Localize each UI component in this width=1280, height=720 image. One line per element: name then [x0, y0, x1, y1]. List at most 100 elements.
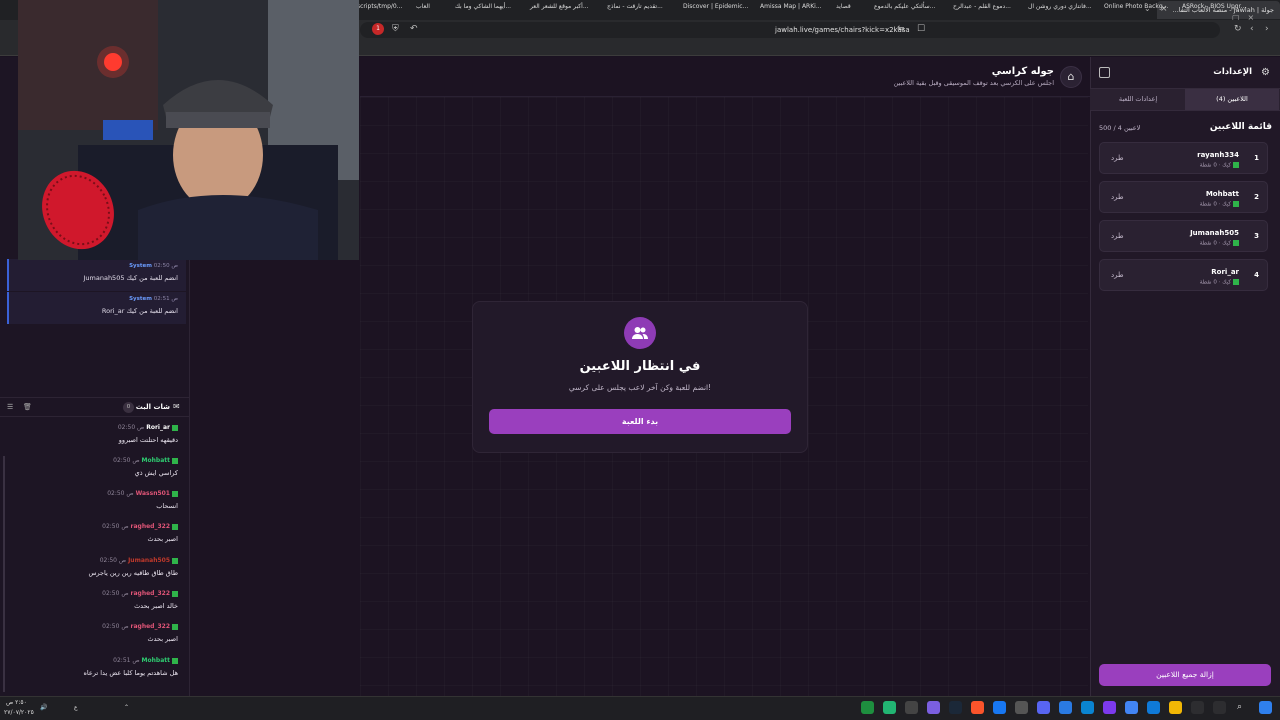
chat-text: خالد اصبر بحدث — [134, 602, 178, 610]
discord-icon[interactable] — [1037, 701, 1050, 714]
kick-platform-icon — [172, 424, 178, 431]
volume-icon[interactable]: 🔊 — [40, 704, 47, 711]
system-sender: System — [129, 263, 152, 269]
bookmark-item[interactable]: Discover | Epidemic... — [683, 3, 748, 10]
app-icon[interactable] — [905, 701, 918, 714]
system-message-text: Jumanah505 انضم للعبة من كيك — [83, 274, 178, 282]
app-icon[interactable] — [927, 701, 940, 714]
url-text[interactable]: jawlah.live/games/chairs?kick=x2kasa — [775, 26, 910, 34]
chat-message-header: 02:50 ص Jumanah505 — [100, 557, 178, 564]
share-icon[interactable]: ↶ — [410, 24, 418, 34]
bookmark-item[interactable]: أكبر موقع للشعر العر... — [530, 3, 589, 10]
game-header — [360, 57, 1090, 97]
remove-all-players-button[interactable]: إزالة جميع اللاعبين — [1099, 664, 1271, 686]
tab-players[interactable]: اللاعبين (4) — [1185, 89, 1279, 110]
bookmark-item[interactable]: تقديم تارقت - نماذج... — [607, 3, 663, 10]
app-icon[interactable] — [1081, 701, 1094, 714]
chat-time: 02:51 ص — [113, 657, 140, 664]
file-explorer-icon[interactable] — [1169, 701, 1182, 714]
start-game-button[interactable]: بدء اللعبة — [489, 409, 791, 434]
app-icon[interactable] — [1213, 701, 1226, 714]
bookmark-item[interactable]: ASRock - BIOS Upgr... — [1182, 3, 1246, 10]
chrome-icon[interactable] — [1125, 701, 1138, 714]
chat-message-header: 02:50 ص Rori_ar — [118, 424, 178, 431]
kick-player-button[interactable]: طرد — [1111, 193, 1124, 201]
player-name: rayanh334 — [1197, 151, 1239, 159]
excel-icon[interactable] — [861, 701, 874, 714]
chat-time: 02:50 ص — [102, 523, 129, 530]
bookmark-item[interactable]: أيهما الشاكي وما بك... — [455, 3, 511, 10]
app-icon[interactable] — [1015, 701, 1028, 714]
edge-icon[interactable] — [1147, 701, 1160, 714]
back-icon[interactable]: ‹ — [1250, 24, 1254, 34]
chat-count-badge: 0 — [123, 402, 134, 413]
app-icon[interactable] — [993, 701, 1006, 714]
brave-icon[interactable] — [971, 701, 984, 714]
player-meta: كيك · 0 نقطة — [1200, 240, 1239, 247]
app-icon[interactable] — [883, 701, 896, 714]
bookmark-item[interactable]: قصايد — [836, 3, 851, 10]
bookmark-item[interactable]: Amissa Map | ARKi... — [760, 3, 822, 10]
tab-game-settings[interactable]: إعدادات اللعبة — [1091, 89, 1185, 110]
chat-message: 02:50 ص raghed_322 اصبر بحدث — [5, 623, 183, 653]
extension-badge[interactable]: 1 — [372, 23, 384, 35]
app-icon[interactable] — [1191, 701, 1204, 714]
player-number: 4 — [1254, 271, 1259, 279]
bookmark-item[interactable]: Online Photo Backg... — [1104, 3, 1168, 10]
waiting-subtitle: انضم للعبة وكن آخر لاعب يجلس على كرسي! — [568, 383, 712, 392]
chat-username[interactable]: Rori_ar — [146, 424, 170, 431]
chat-text: اصبر بحدث — [147, 635, 178, 643]
chat-username[interactable]: Wassn501 — [136, 490, 170, 497]
kick-platform-icon — [1233, 240, 1239, 246]
chat-username[interactable]: raghed_322 — [131, 590, 170, 597]
filter-icon[interactable]: ☰ — [7, 403, 13, 411]
chat-username[interactable]: Mohbatt — [142, 457, 170, 464]
kick-player-button[interactable]: طرد — [1111, 232, 1124, 240]
system-message: System 02:50 ص Jumanah505 انضم للعبة من … — [7, 259, 186, 291]
bookmark-item[interactable]: سألتكي عليكم بالدموع... — [874, 3, 935, 10]
chat-icon: ✉ — [173, 402, 180, 411]
chat-title: شات البث — [135, 403, 170, 411]
kick-player-button[interactable]: طرد — [1111, 154, 1124, 162]
chat-username[interactable]: raghed_322 — [131, 523, 170, 530]
chat-username[interactable]: Jumanah505 — [128, 557, 170, 564]
start-icon[interactable] — [1259, 701, 1272, 714]
kick-player-button[interactable]: طرد — [1111, 271, 1124, 279]
shield-icon[interactable]: ⛨ — [392, 24, 399, 34]
trash-icon[interactable]: 🗑 — [23, 403, 32, 411]
bookmark-icon[interactable]: ☐ — [917, 24, 925, 34]
bookmark-item[interactable]: دموع القلم - عبدالرح... — [953, 3, 1011, 10]
reload-icon[interactable]: ↻ — [1234, 24, 1242, 34]
player-row: 3 Jumanah505 كيك · 0 نقطة طرد — [1099, 220, 1268, 252]
steam-icon[interactable] — [949, 701, 962, 714]
bookmark-item[interactable]: العاب — [416, 3, 430, 10]
tray-chevron-icon[interactable]: ⌃ — [124, 704, 129, 711]
search-icon[interactable]: ⌕ — [1237, 702, 1242, 712]
app-icon[interactable] — [1103, 701, 1116, 714]
site-settings-icon[interactable]: ⇋ — [897, 24, 905, 34]
app-icon[interactable] — [1059, 701, 1072, 714]
player-meta: كيك · 0 نقطة — [1200, 162, 1239, 169]
chat-text: كراسي ايش ذي — [134, 469, 178, 477]
chat-text: انسحاب — [156, 502, 178, 510]
taskbar-time[interactable]: ٢:٥٠ ص — [6, 699, 27, 706]
player-meta-text: كيك · 0 نقطة — [1199, 279, 1231, 286]
chat-message: 02:50 ص Rori_ar دقيقهه احتلتت اصبروو — [5, 424, 183, 454]
chat-message-header: 02:51 ص Mohbatt — [113, 657, 178, 664]
kick-platform-icon — [172, 590, 178, 597]
chat-message: 02:50 ص Mohbatt كراسي ايش ذي — [5, 457, 183, 487]
chat-time: 02:50 ص — [102, 623, 129, 630]
bookmark-item[interactable]: scripts/tmp/0... — [357, 3, 402, 10]
taskbar-date[interactable]: ٢٧/٠٧/٢٠٢٥ — [4, 709, 34, 716]
language-indicator[interactable]: ع — [74, 704, 78, 711]
chat-username[interactable]: Mohbatt — [142, 657, 170, 664]
bookmark-item[interactable]: فانتازي دوري روشن ال... — [1028, 3, 1092, 10]
collapse-panel-icon[interactable] — [1099, 67, 1110, 78]
players-list-title: قائمة اللاعبين — [1209, 122, 1272, 132]
forward-icon[interactable]: › — [1265, 24, 1269, 34]
chat-message-header: 02:50 ص raghed_322 — [102, 590, 178, 597]
player-row: 1 rayanh334 كيك · 0 نقطة طرد — [1099, 142, 1268, 174]
chat-username[interactable]: raghed_322 — [131, 623, 170, 630]
home-button[interactable]: ⌂ — [1060, 66, 1082, 88]
kick-platform-icon — [172, 490, 178, 497]
